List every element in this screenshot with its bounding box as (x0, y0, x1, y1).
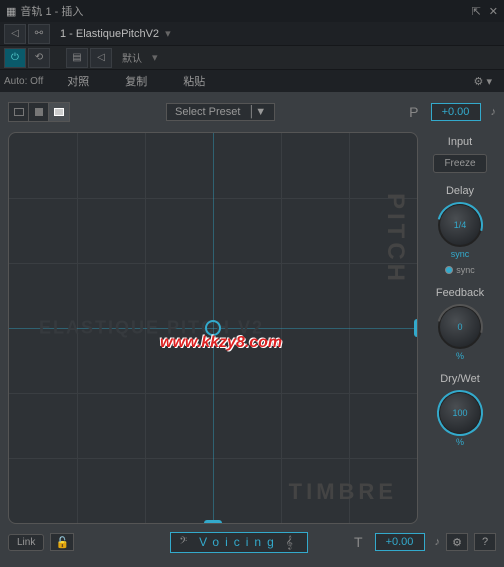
gear-icon[interactable]: ⚙ ▾ (474, 75, 492, 88)
plugin-body: Select Preset │▼ P +0.00 ♪ PITCH TIMBRE … (0, 92, 504, 567)
chevron-down-icon[interactable]: ▾ (152, 51, 158, 64)
note-icon[interactable]: ♪ (435, 536, 441, 548)
prev-button[interactable]: ◁ (4, 24, 26, 44)
tab-copy[interactable]: 复制 (113, 71, 159, 91)
tree-button[interactable]: ⚯ (28, 24, 50, 44)
preset-selector[interactable]: Select Preset │▼ (166, 103, 275, 121)
close-icon[interactable]: ✕ (489, 5, 498, 18)
chevron-down-icon[interactable]: ▾ (165, 27, 171, 40)
feedback-knob[interactable]: 0 (438, 305, 482, 349)
power-button[interactable]: ⏻ (4, 48, 26, 68)
drywet-label: Dry/Wet (440, 373, 480, 385)
pitch-value-box[interactable]: +0.00 (431, 103, 481, 121)
settings-button[interactable]: ⚙ (446, 533, 468, 551)
pitch-letter: P (409, 104, 418, 120)
pin-icon[interactable]: ⇱ (472, 5, 481, 18)
drywet-knob[interactable]: 100 (438, 391, 482, 435)
plugin-toolbar-2: ⏻ ⟲ ▤ ◁ 默认 ▾ (0, 46, 504, 70)
preset-prev-button[interactable]: ◁ (90, 48, 112, 68)
delay-value: 1/4 (454, 220, 467, 230)
xy-pad[interactable]: PITCH TIMBRE ELASTIQUE PITCH V2 (8, 132, 418, 524)
sync-label: sync (456, 265, 475, 275)
delay-knob[interactable]: 1/4 (438, 203, 482, 247)
note-icon[interactable]: ♪ (491, 106, 497, 118)
drywet-value: 100 (452, 408, 467, 418)
preset-name[interactable]: 默认 (114, 50, 150, 65)
feedback-unit: % (456, 351, 464, 361)
timbre-letter: T (354, 534, 363, 550)
voicing-label: Voicing (199, 535, 280, 549)
window-titlebar: ▦ 音轨 1 - 插入 ⇱ ✕ (0, 0, 504, 22)
timbre-axis-label: TIMBRE (289, 479, 397, 505)
delay-label: Delay (446, 185, 474, 197)
timbre-bottom-slider[interactable] (204, 520, 222, 524)
view-mode-1[interactable] (9, 103, 29, 121)
app-icon: ▦ (6, 5, 16, 18)
preset-menu-button[interactable]: ▤ (66, 48, 88, 68)
view-mode-3[interactable] (49, 103, 69, 121)
delay-unit: sync (451, 249, 470, 259)
freeze-button[interactable]: Freeze (433, 154, 486, 173)
sync-radio-icon (445, 266, 453, 274)
help-button[interactable]: ? (474, 533, 496, 551)
auto-label[interactable]: Auto: Off (4, 76, 43, 87)
feedback-label: Feedback (436, 287, 484, 299)
sync-toggle[interactable]: sync (445, 265, 475, 275)
side-panel: Input Freeze Delay 1/4 sync sync Feedbac… (424, 132, 496, 524)
lock-button[interactable]: 🔓 (50, 533, 74, 551)
drywet-unit: % (456, 437, 464, 447)
window-title: 音轨 1 - 插入 (20, 3, 83, 19)
pitch-side-slider[interactable] (414, 319, 418, 337)
input-label: Input (448, 136, 472, 148)
watermark-text: www.kkzy8.com (160, 334, 282, 352)
pitch-axis-label: PITCH (381, 193, 409, 285)
bass-clef-icon: 𝄢 (179, 535, 193, 550)
plugin-tab-label[interactable]: 1 - ElastiquePitchV2 (60, 28, 159, 40)
tab-paste[interactable]: 粘贴 (171, 71, 217, 91)
feedback-value: 0 (457, 322, 462, 332)
tab-compare[interactable]: 对照 (55, 71, 101, 91)
chevron-down-icon: │▼ (248, 106, 266, 118)
view-mode-2[interactable] (29, 103, 49, 121)
plugin-toolbar-1: ◁ ⚯ 1 - ElastiquePitchV2 ▾ (0, 22, 504, 46)
timbre-value-box[interactable]: +0.00 (375, 533, 425, 551)
bypass-button[interactable]: ⟲ (28, 48, 50, 68)
voicing-display[interactable]: 𝄢 Voicing 𝄞 (170, 532, 308, 553)
link-button[interactable]: Link (8, 534, 44, 551)
treble-clef-icon: 𝄞 (286, 535, 299, 550)
preset-label: Select Preset (175, 106, 240, 118)
view-mode-group (8, 102, 70, 122)
plugin-toolbar-3: Auto: Off 对照 复制 粘贴 ⚙ ▾ (0, 70, 504, 92)
